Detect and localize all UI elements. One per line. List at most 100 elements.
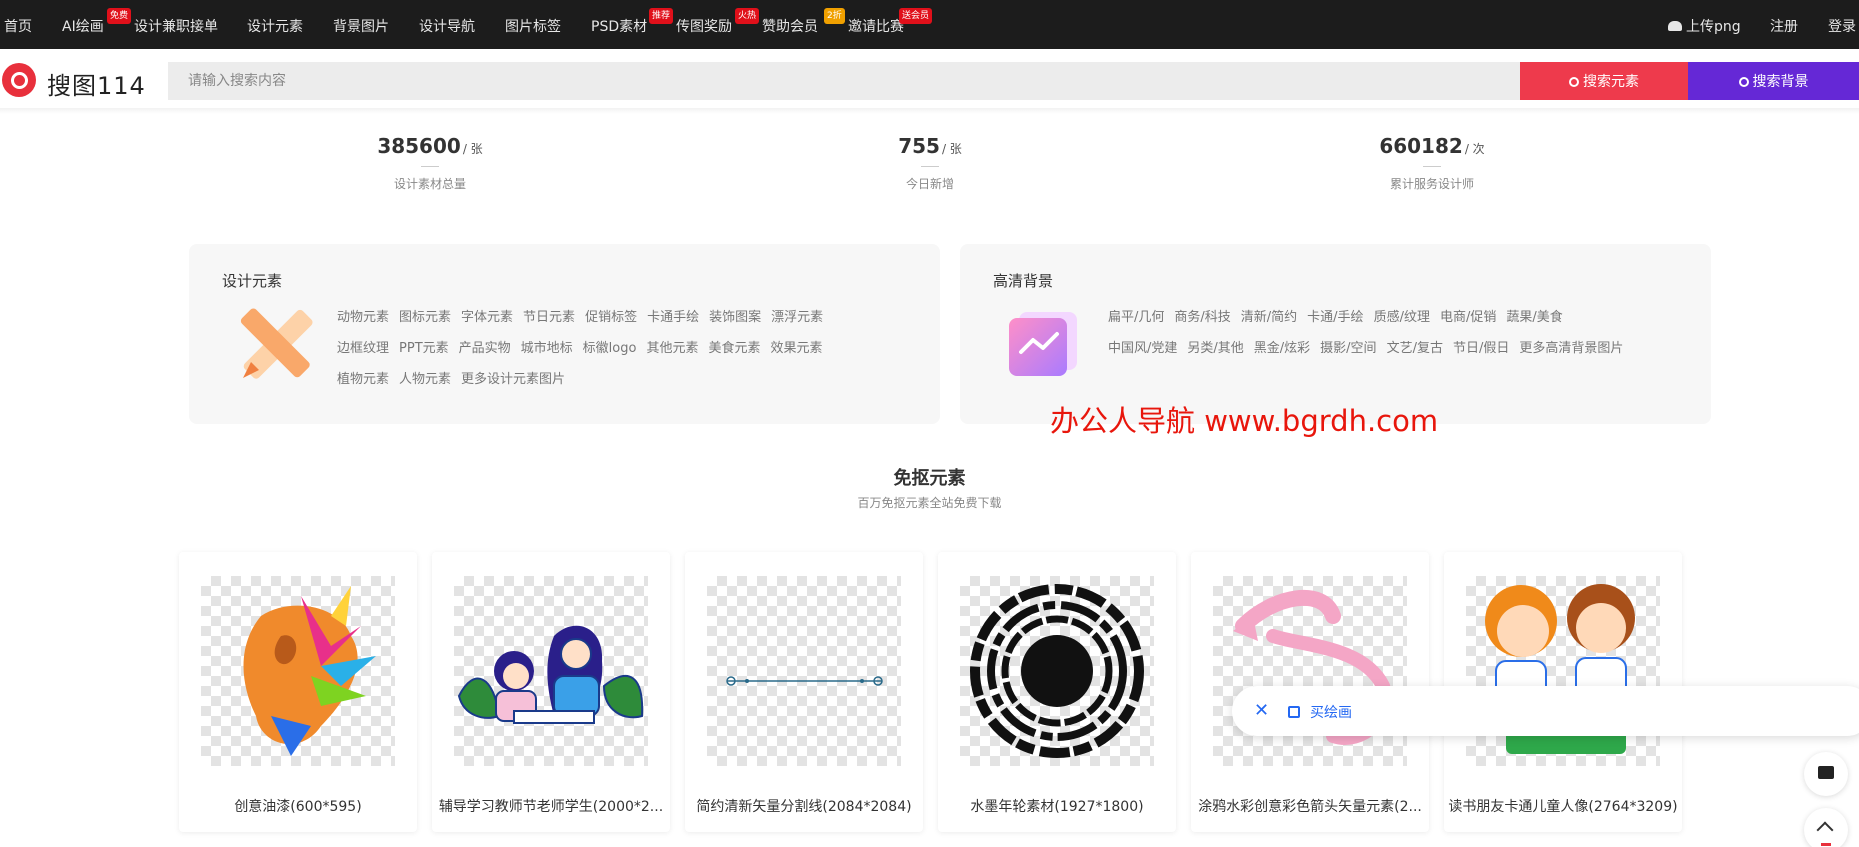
logo-search-icon <box>2 63 36 97</box>
card-title[interactable]: 涂鸦水彩创意彩色箭头矢量元素(2... <box>1195 796 1425 816</box>
pencil-ruler-icon <box>240 308 313 379</box>
tag-link[interactable]: 美食元素 <box>708 333 760 364</box>
tag-link-more[interactable]: 更多高清背景图片 <box>1519 333 1623 364</box>
tag-link[interactable]: 边框纹理 <box>337 333 389 364</box>
upload-png-link[interactable]: 上传png <box>1668 16 1741 36</box>
nav-item-vip[interactable]: 赞助会员 <box>762 16 818 36</box>
search-elements-label: 搜索元素 <box>1583 74 1639 90</box>
section-subtitle: 百万免抠元素全站免费下载 <box>857 496 1002 510</box>
tag-link[interactable]: 质感/纹理 <box>1374 302 1430 333</box>
tag-link[interactable]: 卡通/手绘 <box>1307 302 1363 333</box>
teacher-student-image <box>457 625 644 724</box>
tag-link[interactable]: 节日元素 <box>523 302 575 333</box>
tag-link[interactable]: 效果元素 <box>770 333 822 364</box>
stat-label: 设计素材总量 <box>393 177 466 191</box>
category-tags: 动物元素 图标元素 字体元素 节日元素 促销标签 卡通手绘 装饰图案 漂浮元素 边框纹理 PPT… <box>337 302 937 395</box>
card-title[interactable]: 创意油漆(600*595) <box>183 796 413 816</box>
nav-item-backgrounds[interactable]: 背景图片 <box>333 16 389 36</box>
search-backgrounds-button[interactable]: 搜索背景 <box>1688 62 1859 100</box>
stat-divider <box>1423 166 1441 167</box>
stat-today: 755/ 张 今日新增 <box>780 134 1080 192</box>
search-input[interactable] <box>168 62 1520 100</box>
tag-link[interactable]: 另类/其他 <box>1187 333 1243 364</box>
nav-item-design-nav[interactable]: 设计导航 <box>419 16 475 36</box>
element-card[interactable]: 辅导学习教师节老师学生(2000*2... <box>432 552 670 832</box>
tag-link[interactable]: 卡通手绘 <box>647 302 699 333</box>
nav-item-upload-reward[interactable]: 传图奖励 <box>676 16 732 36</box>
tag-link[interactable]: 字体元素 <box>461 302 513 333</box>
divider-line-image <box>726 676 883 686</box>
shopping-bag-icon <box>1288 706 1300 718</box>
card-title[interactable]: 辅导学习教师节老师学生(2000*2... <box>436 796 666 816</box>
stat-served: 660182/ 次 累计服务设计师 <box>1282 134 1582 192</box>
top-nav: 首页 AI绘画 免费 设计兼职接单 设计元素 背景图片 设计导航 图片标签 PS… <box>0 0 1859 49</box>
buy-painting-link[interactable]: 买绘画 <box>1288 702 1352 722</box>
stat-label: 累计服务设计师 <box>1389 177 1474 191</box>
tag-link[interactable]: 清新/简约 <box>1241 302 1297 333</box>
element-card[interactable]: 创意油漆(600*595) <box>179 552 417 832</box>
tag-link[interactable]: 扁平/几何 <box>1108 302 1164 333</box>
search-icon <box>1569 77 1579 87</box>
tag-link[interactable]: 植物元素 <box>337 364 389 395</box>
card-title[interactable]: 简约清新矢量分割线(2084*2084) <box>689 796 919 816</box>
back-to-top-button[interactable] <box>1804 808 1848 847</box>
stat-unit: / 张 <box>462 142 483 156</box>
category-title: 高清背景 <box>993 272 1054 290</box>
category-tags: 扁平/几何 商务/科技 清新/简约 卡通/手绘 质感/纹理 电商/促销 蔬果/美食 中国风/… <box>1108 302 1708 364</box>
search-elements-button[interactable]: 搜索元素 <box>1520 62 1688 100</box>
login-link[interactable]: 登录 <box>1828 16 1856 36</box>
tag-link[interactable]: 中国风/党建 <box>1108 333 1177 364</box>
tag-link[interactable]: 人物元素 <box>399 364 451 395</box>
tag-link[interactable]: 图标元素 <box>399 302 451 333</box>
tag-link[interactable]: 装饰图案 <box>709 302 761 333</box>
logo-text: 搜图114 <box>47 72 146 100</box>
upload-label: 上传png <box>1686 19 1741 35</box>
tag-link[interactable]: 产品实物 <box>459 333 511 364</box>
category-box-backgrounds: 高清背景 扁平/几何 商务/科技 清新/简约 卡通/手绘 质感/纹理 电商/促销 蔬果/美食… <box>960 244 1711 424</box>
card-title[interactable]: 水墨年轮素材(1927*1800) <box>942 796 1172 816</box>
tag-link[interactable]: PPT元素 <box>399 333 449 364</box>
nav-item-image-tags[interactable]: 图片标签 <box>505 16 561 36</box>
element-card[interactable]: 简约清新矢量分割线(2084*2084) <box>685 552 923 832</box>
tag-link[interactable]: 摄影/空间 <box>1320 333 1376 364</box>
tag-link-more[interactable]: 更多设计元素图片 <box>461 364 565 395</box>
tag-link[interactable]: 促销标签 <box>585 302 637 333</box>
search-backgrounds-label: 搜索背景 <box>1752 74 1809 90</box>
tag-link[interactable]: 动物元素 <box>337 302 389 333</box>
stat-unit: / 张 <box>941 142 962 156</box>
nav-item-psd[interactable]: PSD素材 <box>591 16 647 36</box>
close-icon[interactable]: ✕ <box>1254 700 1269 721</box>
nav-badge-discount: 2折 <box>824 8 845 24</box>
nav-badge-recommend: 推荐 <box>649 8 674 24</box>
tag-link[interactable]: 节日/假日 <box>1453 333 1509 364</box>
section-title: 免抠元素 <box>893 468 966 489</box>
chat-button[interactable] <box>1804 752 1848 796</box>
header-shadow <box>0 108 1859 114</box>
tag-link[interactable]: 蔬果/美食 <box>1506 302 1562 333</box>
watermark-text: 办公人导航 www.bgrdh.com <box>1050 404 1439 438</box>
tag-link[interactable]: 商务/科技 <box>1174 302 1230 333</box>
tag-link[interactable]: 电商/促销 <box>1440 302 1496 333</box>
nav-badge-free: 免费 <box>107 8 132 24</box>
nav-item-home[interactable]: 首页 <box>4 16 32 36</box>
nav-item-invite[interactable]: 邀请比赛 <box>848 16 904 36</box>
indicator-dash <box>1821 843 1831 846</box>
buy-painting-label: 买绘画 <box>1310 705 1352 721</box>
nav-item-ai-painting[interactable]: AI绘画 <box>62 16 104 36</box>
stat-unit: / 次 <box>1464 142 1485 156</box>
tag-link[interactable]: 文艺/复古 <box>1387 333 1443 364</box>
card-title[interactable]: 读书朋友卡通儿童人像(2764*3209) <box>1448 796 1678 816</box>
element-card[interactable]: 水墨年轮素材(1927*1800) <box>938 552 1176 832</box>
nav-item-design-jobs[interactable]: 设计兼职接单 <box>134 16 218 36</box>
tag-link[interactable]: 城市地标 <box>521 333 573 364</box>
cloud-upload-icon <box>1668 21 1682 31</box>
tag-link[interactable]: 其他元素 <box>646 333 698 364</box>
tag-link[interactable]: 黑金/炫彩 <box>1254 333 1310 364</box>
stat-number: 755 <box>898 134 940 158</box>
nav-badge-hot: 火热 <box>735 8 760 24</box>
register-link[interactable]: 注册 <box>1770 16 1798 36</box>
watercolor-arrow-image <box>1233 589 1392 745</box>
tag-link[interactable]: 漂浮元素 <box>771 302 823 333</box>
nav-item-design-elements[interactable]: 设计元素 <box>247 16 303 36</box>
tag-link[interactable]: 标徽logo <box>583 333 637 364</box>
